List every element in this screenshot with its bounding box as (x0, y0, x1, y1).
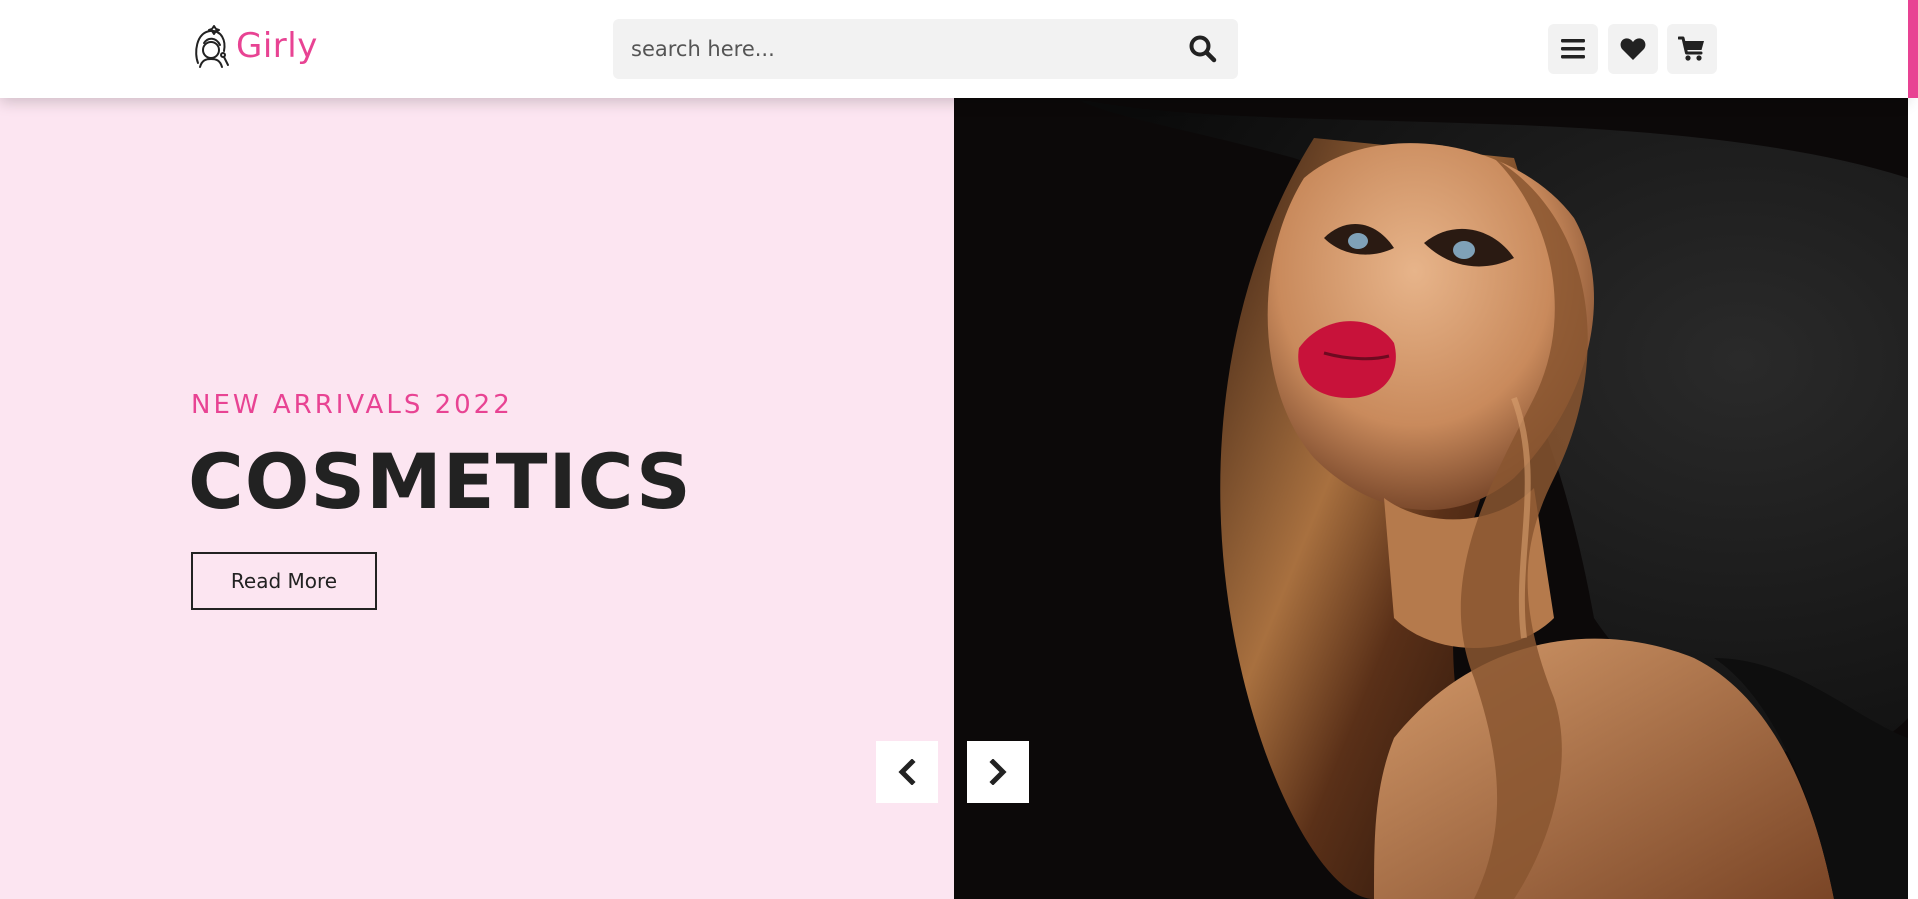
menu-button[interactable] (1548, 24, 1598, 74)
slider-next-button[interactable] (967, 741, 1029, 803)
hero-title: COSMETICS (188, 437, 692, 526)
bars-icon (1561, 39, 1585, 59)
logo-text: Girly (236, 26, 318, 66)
logo[interactable]: Girly (190, 22, 318, 70)
slider-prev-button[interactable] (876, 741, 938, 803)
read-more-button[interactable]: Read More (191, 552, 377, 610)
search-box (613, 19, 1238, 79)
heart-icon (1620, 38, 1646, 60)
scrollbar-thumb[interactable] (1908, 0, 1918, 98)
wishlist-button[interactable] (1608, 24, 1658, 74)
hero-image (954, 98, 1908, 899)
site-header: Girly (0, 0, 1908, 98)
cart-button[interactable] (1667, 24, 1717, 74)
chevron-right-icon (989, 759, 1007, 785)
scrollbar-track[interactable] (1908, 98, 1918, 899)
hero-subtitle: NEW ARRIVALS 2022 (191, 390, 513, 420)
search-icon[interactable] (1188, 34, 1218, 64)
girl-face-icon (195, 25, 229, 68)
chevron-left-icon (898, 759, 916, 785)
search-input[interactable] (613, 19, 1153, 79)
shopping-cart-icon (1678, 36, 1704, 61)
